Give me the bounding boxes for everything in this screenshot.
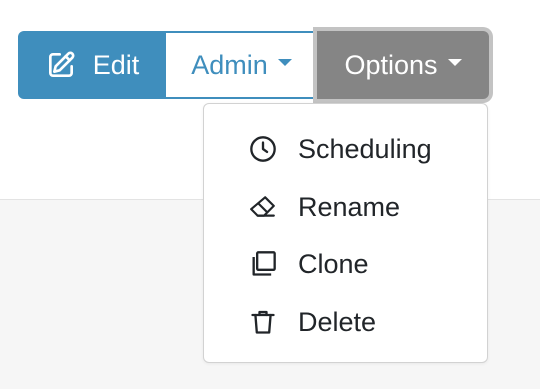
edit-icon bbox=[45, 49, 93, 81]
admin-button-label: Admin bbox=[191, 49, 268, 80]
edit-button[interactable]: Edit bbox=[18, 31, 166, 99]
chevron-down-icon bbox=[277, 58, 292, 66]
chevron-down-icon bbox=[447, 58, 462, 66]
menu-item-label: Clone bbox=[298, 248, 369, 279]
menu-item-delete[interactable]: Delete bbox=[204, 293, 487, 351]
toolbar-button-group: Edit Admin Options bbox=[18, 31, 489, 99]
menu-item-rename[interactable]: Rename bbox=[204, 178, 487, 236]
edit-button-label: Edit bbox=[92, 49, 140, 80]
trash-icon bbox=[249, 308, 277, 336]
admin-dropdown-button[interactable]: Admin bbox=[166, 31, 317, 99]
menu-item-label: Delete bbox=[298, 306, 377, 337]
clock-icon bbox=[249, 135, 277, 163]
options-dropdown-menu: Scheduling Rename Clone Delete bbox=[203, 103, 488, 363]
menu-item-label: Scheduling bbox=[298, 133, 432, 164]
menu-item-label: Rename bbox=[298, 191, 401, 222]
menu-item-clone[interactable]: Clone bbox=[204, 235, 487, 293]
eraser-icon bbox=[249, 193, 277, 221]
copy-icon bbox=[249, 250, 277, 278]
options-button-label: Options bbox=[344, 49, 438, 80]
options-dropdown-button[interactable]: Options bbox=[317, 31, 489, 99]
menu-item-scheduling[interactable]: Scheduling bbox=[204, 120, 487, 178]
